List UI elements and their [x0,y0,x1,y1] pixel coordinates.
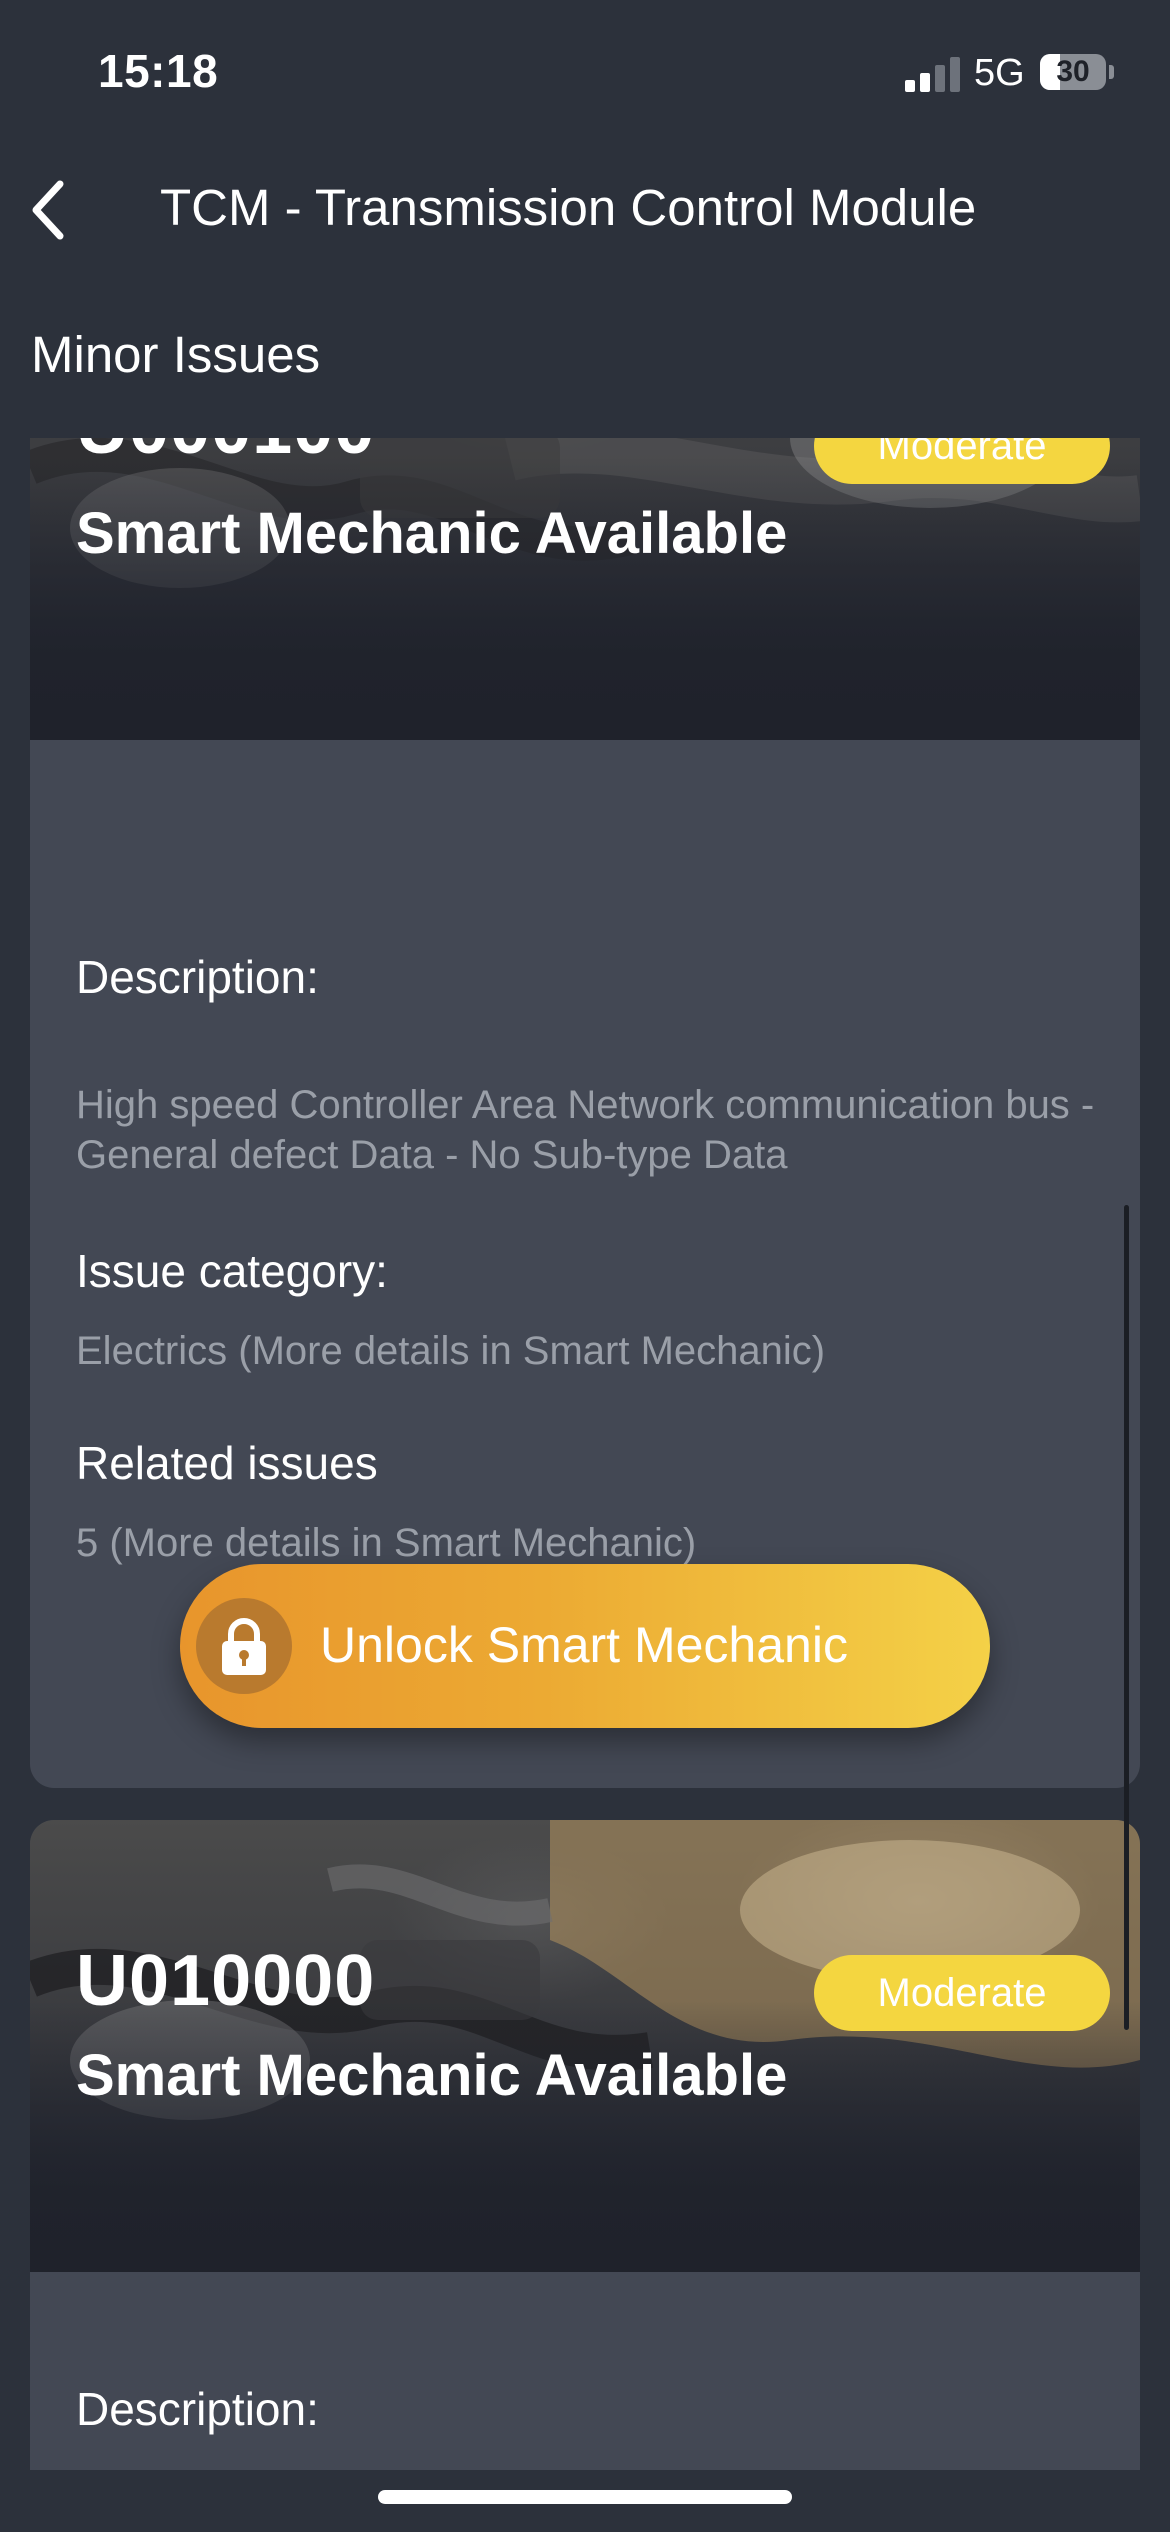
description-label: Description: [76,951,319,1003]
severity-badge: Moderate [814,438,1110,484]
issue-card[interactable]: U000100 Moderate Smart Mechanic Availabl… [30,438,1140,1788]
unlock-smart-mechanic-button[interactable]: Unlock Smart Mechanic [180,1564,990,1728]
back-button[interactable] [20,170,100,250]
unlock-label: Unlock Smart Mechanic [320,1617,848,1673]
related-issues-value: 5 (More details in Smart Mechanic) [76,1521,697,1565]
lock-icon [222,1618,266,1675]
battery-level: 30 [1056,55,1090,88]
scrollbar[interactable] [1124,1205,1129,2030]
status-bar: 15:18 5G 30 [0,0,1170,140]
severity-badge: Moderate [814,1955,1110,2031]
card-hero-image: U000100 Moderate Smart Mechanic Availabl… [30,438,1140,740]
page-title: TCM - Transmission Control Module [160,179,977,236]
issue-category-label: Issue category: [76,1245,388,1297]
card-hero-image: U010000 Moderate Smart Mechanic Availabl… [30,1820,1140,2272]
cellular-signal-icon [905,56,961,92]
card-subtitle: Smart Mechanic Available [76,501,788,566]
network-type: 5G [974,52,1025,94]
status-time: 15:18 [98,45,219,97]
lock-badge [196,1598,292,1694]
dtc-code: U010000 [76,1941,376,2021]
issue-category-value: Electrics (More details in Smart Mechani… [76,1329,826,1373]
issues-list[interactable]: U000100 Moderate Smart Mechanic Availabl… [30,438,1140,2470]
description-text: High speed Controller Area Network commu… [76,1083,1095,1177]
related-issues-label: Related issues [76,1437,378,1489]
description-label: Description: [76,2383,319,2435]
battery-cap [1109,65,1114,79]
issue-card[interactable]: U010000 Moderate Smart Mechanic Availabl… [30,1820,1140,2470]
card-subtitle: Smart Mechanic Available [76,2043,788,2108]
home-indicator[interactable] [378,2490,792,2504]
section-title: Minor Issues [31,326,321,383]
dtc-code: U000100 [76,438,375,470]
chevron-left-icon [32,180,64,240]
battery-icon: 30 [1040,54,1106,90]
